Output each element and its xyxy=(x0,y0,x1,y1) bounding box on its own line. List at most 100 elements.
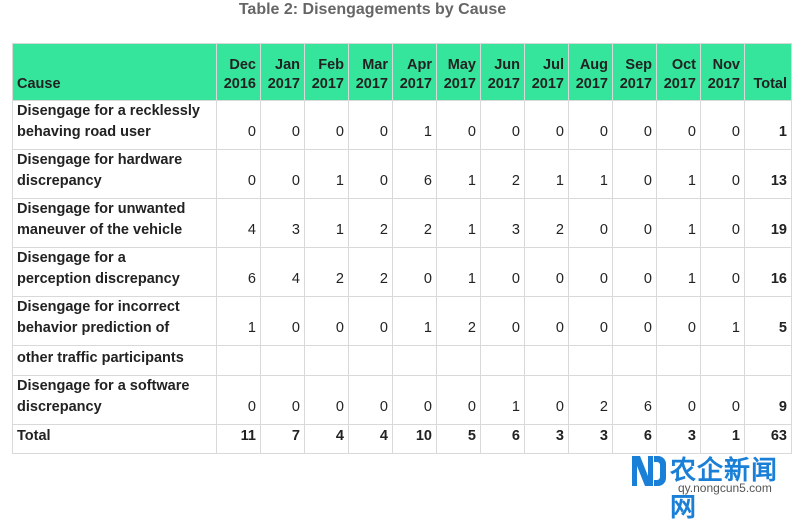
cause-line: maneuver of the vehicle xyxy=(17,222,183,238)
value-cell xyxy=(392,345,437,376)
header-month: Mar 2017 xyxy=(348,43,393,101)
total-cell: 5 xyxy=(436,424,481,454)
header-row: Cause Dec 2016 Jan 2017 Feb 2017 Mar 2017 Apr 2017… xyxy=(12,43,792,101)
total-cell: 10 xyxy=(392,424,437,454)
value-cell: 0 xyxy=(348,100,393,150)
value-cell: 0 xyxy=(656,296,701,346)
table-row: Disengage for a perception discrepancy 6 4 2… xyxy=(12,247,792,297)
row-total-cell: 16 xyxy=(744,247,792,297)
table-row: Disengage for hardware discrepancy 0 0 1 0 6 1 2… xyxy=(12,149,792,199)
value-cell: 2 xyxy=(348,247,393,297)
header-month: Jun 2017 xyxy=(480,43,525,101)
row-total-cell: 5 xyxy=(744,296,792,346)
total-cell: 11 xyxy=(216,424,261,454)
value-cell: 0 xyxy=(524,247,569,297)
year-label: 2017 xyxy=(311,76,344,92)
value-cell: 2 xyxy=(524,198,569,248)
cause-line: discrepancy xyxy=(17,399,102,415)
watermark: 农企新闻网 qy.nongcun5.com xyxy=(630,450,790,522)
total-cell: 6 xyxy=(480,424,525,454)
month-label: Jul xyxy=(543,57,564,73)
cause-line: Disengage for incorrect xyxy=(17,299,180,315)
year-label: 2017 xyxy=(619,76,652,92)
value-cell: 0 xyxy=(260,149,305,199)
value-cell: 0 xyxy=(304,296,349,346)
value-cell: 0 xyxy=(480,100,525,150)
cause-line: discrepancy xyxy=(17,173,102,189)
value-cell: 0 xyxy=(348,375,393,425)
value-cell: 1 xyxy=(392,100,437,150)
value-cell: 0 xyxy=(216,375,261,425)
cause-cell: Disengage for a recklessly behaving road … xyxy=(12,100,217,150)
row-total-cell: 19 xyxy=(744,198,792,248)
header-cause: Cause xyxy=(12,43,217,101)
value-cell: 0 xyxy=(700,149,745,199)
value-cell: 6 xyxy=(216,247,261,297)
header-month: Jul 2017 xyxy=(524,43,569,101)
value-cell: 0 xyxy=(568,100,613,150)
value-cell: 2 xyxy=(304,247,349,297)
value-cell: 0 xyxy=(700,100,745,150)
month-label: Nov xyxy=(712,57,740,73)
header-total: Total xyxy=(744,43,792,101)
value-cell: 3 xyxy=(480,198,525,248)
header-month: May 2017 xyxy=(436,43,481,101)
value-cell: 0 xyxy=(656,375,701,425)
value-cell xyxy=(260,345,305,376)
value-cell: 0 xyxy=(304,375,349,425)
value-cell: 1 xyxy=(392,296,437,346)
row-total-cell xyxy=(744,345,792,376)
value-cell: 0 xyxy=(568,198,613,248)
month-label: Aug xyxy=(579,57,608,73)
year-label: 2017 xyxy=(267,76,300,92)
value-cell: 0 xyxy=(304,100,349,150)
value-cell: 1 xyxy=(656,149,701,199)
value-cell: 0 xyxy=(216,149,261,199)
value-cell: 0 xyxy=(700,375,745,425)
header-month: Feb 2017 xyxy=(304,43,349,101)
year-label: 2017 xyxy=(443,76,476,92)
cause-line: behaving road user xyxy=(17,124,151,140)
value-cell: 0 xyxy=(700,198,745,248)
totals-label: Total xyxy=(12,424,217,454)
header-month: Oct 2017 xyxy=(656,43,701,101)
value-cell: 0 xyxy=(260,296,305,346)
disengagements-table: Cause Dec 2016 Jan 2017 Feb 2017 Mar 2017 Apr 2017… xyxy=(12,43,792,454)
value-cell: 0 xyxy=(260,375,305,425)
total-cell: 7 xyxy=(260,424,305,454)
cause-line: other traffic participants xyxy=(17,350,184,366)
value-cell: 3 xyxy=(260,198,305,248)
header-month: Jan 2017 xyxy=(260,43,305,101)
value-cell: 0 xyxy=(392,375,437,425)
table-title: Table 2: Disengagements by Cause xyxy=(238,1,507,18)
value-cell: 4 xyxy=(260,247,305,297)
value-cell: 0 xyxy=(480,247,525,297)
row-total-cell: 13 xyxy=(744,149,792,199)
cause-cell: Disengage for unwanted maneuver of the ve… xyxy=(12,198,217,248)
month-label: Apr xyxy=(407,57,432,73)
value-cell: 1 xyxy=(656,247,701,297)
value-cell: 1 xyxy=(436,198,481,248)
cause-line: Disengage for unwanted xyxy=(17,201,186,217)
month-label: May xyxy=(447,57,476,73)
row-total-cell: 1 xyxy=(744,100,792,150)
month-label: Dec xyxy=(229,57,256,73)
value-cell xyxy=(524,345,569,376)
month-label: Jun xyxy=(494,57,520,73)
value-cell: 2 xyxy=(568,375,613,425)
year-label: 2017 xyxy=(707,76,740,92)
header-month: Sep 2017 xyxy=(612,43,657,101)
value-cell xyxy=(700,345,745,376)
table-row: Disengage for unwanted maneuver of the ve… xyxy=(12,198,792,248)
value-cell: 0 xyxy=(348,149,393,199)
header-month: Aug 2017 xyxy=(568,43,613,101)
year-label: 2017 xyxy=(399,76,432,92)
table-row: Disengage for a recklessly behaving road … xyxy=(12,100,792,150)
cause-cell: other traffic participants xyxy=(12,345,217,376)
cause-cell: Disengage for incorrect behavior predicti… xyxy=(12,296,217,346)
value-cell xyxy=(216,345,261,376)
value-cell xyxy=(304,345,349,376)
cause-line: behavior prediction of xyxy=(17,320,170,336)
value-cell: 0 xyxy=(216,100,261,150)
value-cell: 0 xyxy=(524,296,569,346)
